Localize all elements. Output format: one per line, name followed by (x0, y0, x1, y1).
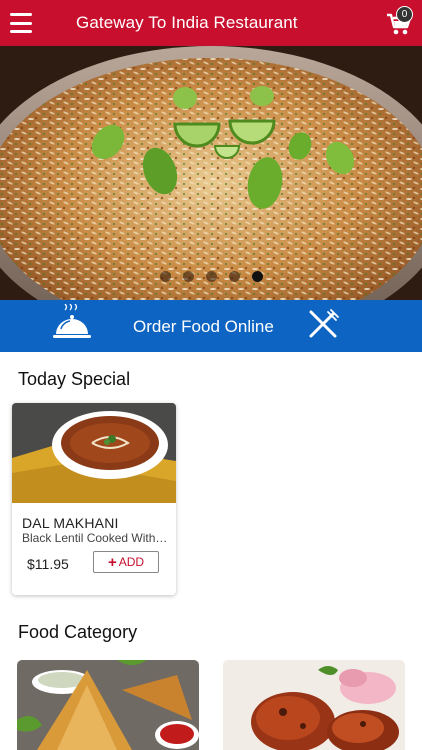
category-tile-samosa[interactable] (17, 660, 199, 750)
carousel-dot[interactable] (205, 271, 217, 282)
add-button-label: ADD (118, 555, 145, 569)
page-title: Gateway To India Restaurant (76, 13, 298, 32)
category-tile-tandoori[interactable] (223, 660, 405, 750)
samosa-image (17, 660, 199, 750)
carousel-pagination (0, 271, 422, 282)
food-category-heading: Food Category (18, 622, 138, 642)
cart-count-badge: 0 (396, 6, 413, 23)
app-header: Gateway To India Restaurant 0 (0, 0, 422, 46)
biryani-hero-image (0, 46, 422, 300)
tandoori-chicken-image (223, 660, 405, 750)
carousel-dot[interactable] (159, 271, 171, 282)
add-to-cart-button[interactable]: + ADD (93, 551, 159, 573)
item-description: Black Lentil Cooked With Butter and Crea… (22, 531, 170, 545)
hamburger-menu-icon[interactable] (10, 13, 32, 33)
dal-makhani-image (12, 403, 176, 503)
plus-icon: + (107, 553, 117, 571)
item-name: DAL MAKHANI (22, 515, 119, 531)
food-cloche-icon (53, 304, 91, 338)
order-food-online-label: Order Food Online (133, 317, 274, 336)
fork-knife-icon (309, 309, 339, 338)
today-special-heading: Today Special (18, 369, 131, 389)
item-price: $11.95 (27, 556, 69, 572)
carousel-dot-active[interactable] (251, 271, 263, 282)
order-food-online-banner[interactable]: Order Food Online (0, 300, 422, 352)
carousel-dot[interactable] (182, 271, 194, 282)
hero-carousel[interactable] (0, 46, 422, 300)
special-item-card[interactable]: DAL MAKHANI Black Lentil Cooked With But… (12, 403, 176, 595)
carousel-dot[interactable] (228, 271, 240, 282)
